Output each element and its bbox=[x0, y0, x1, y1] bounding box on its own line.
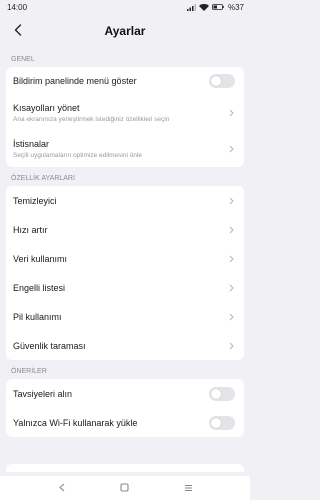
battery-icon bbox=[212, 4, 224, 10]
header: Ayarlar bbox=[0, 14, 250, 48]
chevron-right-icon bbox=[227, 108, 235, 118]
list-item-data-usage[interactable]: Veri kullanımı bbox=[6, 244, 244, 273]
back-arrow-icon bbox=[14, 23, 22, 41]
list-item-battery-usage[interactable]: Pil kullanımı bbox=[6, 302, 244, 331]
exceptions-row[interactable]: İstisnalar Seçili uygulamaların optimize… bbox=[6, 130, 244, 167]
nav-recents-button[interactable] bbox=[178, 478, 198, 498]
row-subtitle: Seçili uygulamaların optimize edilmesini… bbox=[13, 151, 142, 159]
get-recommendations-row[interactable]: Tavsiyeleri alın bbox=[6, 379, 244, 408]
back-triangle-icon bbox=[58, 479, 65, 497]
row-subtitle: Ana ekranınıza yerleştirmek istediğiniz … bbox=[13, 115, 170, 123]
status-bar: 14:00 %37 bbox=[0, 0, 250, 14]
navigation-bar bbox=[0, 476, 250, 500]
menu-lines-icon bbox=[184, 479, 193, 497]
wifi-only-update-toggle[interactable] bbox=[209, 415, 235, 430]
get-recommendations-toggle[interactable] bbox=[209, 386, 235, 401]
row-title: İstisnalar bbox=[13, 138, 50, 149]
status-icons: %37 bbox=[186, 2, 244, 12]
section-label-general: GENEL bbox=[11, 56, 35, 63]
chevron-right-icon bbox=[227, 341, 235, 351]
list-item-security-scan[interactable]: Güvenlik taraması bbox=[6, 331, 244, 360]
nav-home-button[interactable] bbox=[115, 478, 135, 498]
home-square-icon bbox=[120, 479, 130, 497]
row-title: Kısayolları yönet bbox=[13, 102, 80, 113]
wifi-only-update-row[interactable]: Yalnızca Wi-Fi kullanarak yükle bbox=[6, 408, 244, 437]
row-title: Bildirim panelinde menü göster bbox=[13, 76, 137, 86]
partial-card bbox=[6, 464, 244, 472]
section-label-features: ÖZELLİK AYARLARI bbox=[11, 175, 75, 182]
suggestions-card: Tavsiyeleri alın Yalnızca Wi-Fi kullanar… bbox=[6, 379, 244, 437]
battery-percentage: %37 bbox=[227, 2, 244, 12]
nav-back-button[interactable] bbox=[52, 478, 72, 498]
row-title: Güvenlik taraması bbox=[13, 340, 86, 351]
page-title: Ayarlar bbox=[104, 24, 146, 38]
chevron-right-icon bbox=[227, 225, 235, 235]
row-title: Hızı artır bbox=[13, 224, 48, 235]
row-title: Temizleyici bbox=[13, 195, 57, 206]
chevron-right-icon bbox=[227, 254, 235, 264]
status-time: 14:00 bbox=[7, 2, 28, 12]
chevron-right-icon bbox=[227, 312, 235, 322]
section-label-suggestions: ÖNERİLER bbox=[11, 368, 47, 375]
chevron-right-icon bbox=[227, 196, 235, 206]
list-item-cleaner[interactable]: Temizleyici bbox=[6, 186, 244, 215]
row-title: Tavsiyeleri alın bbox=[13, 388, 73, 399]
signal-icon bbox=[186, 3, 196, 11]
row-title: Veri kullanımı bbox=[13, 253, 68, 264]
row-title: Yalnızca Wi-Fi kullanarak yükle bbox=[13, 417, 138, 428]
back-button[interactable] bbox=[8, 22, 28, 42]
row-title: Engelli listesi bbox=[13, 282, 66, 293]
menu-in-notification-toggle[interactable] bbox=[209, 74, 235, 88]
chevron-right-icon bbox=[227, 144, 235, 154]
row-title: Pil kullanımı bbox=[13, 311, 62, 322]
chevron-right-icon bbox=[227, 283, 235, 293]
general-card: Bildirim panelinde menü göster Kısayolla… bbox=[6, 67, 244, 167]
wifi-icon bbox=[198, 3, 209, 11]
menu-in-notification-row[interactable]: Bildirim panelinde menü göster bbox=[6, 67, 244, 95]
list-item-blocklist[interactable]: Engelli listesi bbox=[6, 273, 244, 302]
list-item-boost-speed[interactable]: Hızı artır bbox=[6, 215, 244, 244]
features-card: Temizleyici Hızı artır Veri kullanımı En… bbox=[6, 186, 244, 360]
manage-shortcuts-row[interactable]: Kısayolları yönet Ana ekranınıza yerleşt… bbox=[6, 95, 244, 130]
